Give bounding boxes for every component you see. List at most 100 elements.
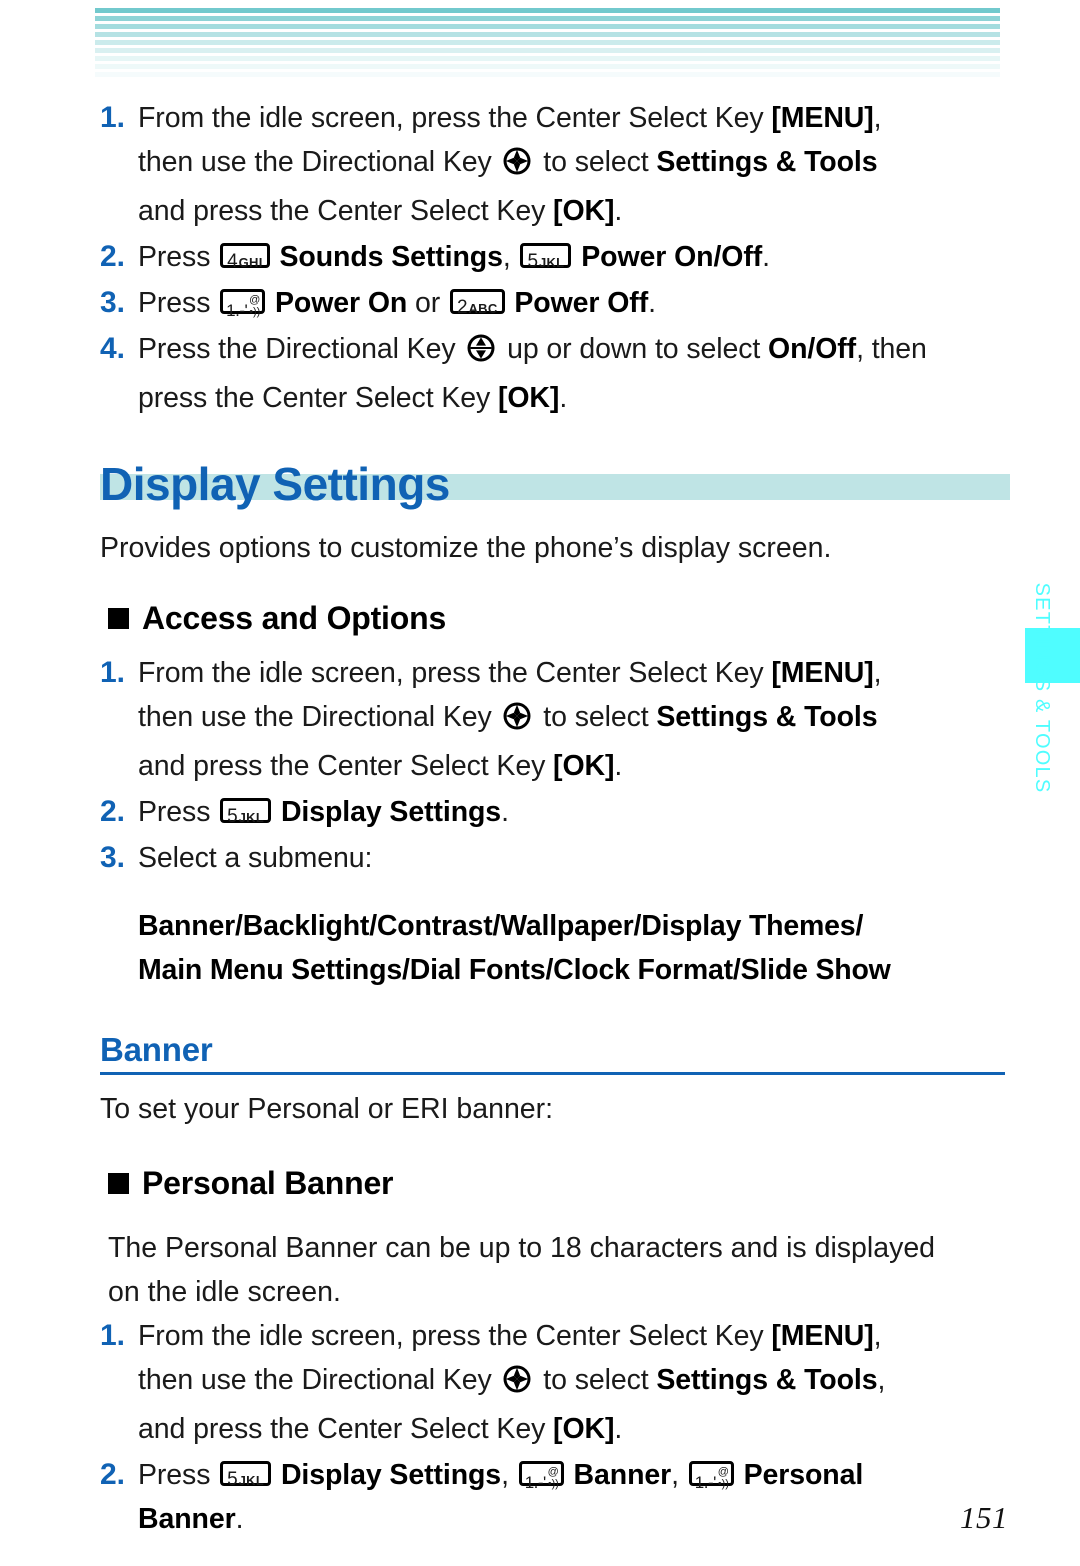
header-stripe <box>95 32 1000 37</box>
subsection-title: Banner <box>100 1031 213 1068</box>
key-5-jkl-icon: 5JKL <box>220 798 272 826</box>
step-number: 2. <box>100 1458 126 1491</box>
directional-key-4way-icon <box>502 700 532 744</box>
keycap-digit: 5 <box>227 806 238 827</box>
keycap-digit: 4 <box>227 251 238 272</box>
step-text-part: . <box>762 241 770 273</box>
step-item: 3. Press 1.-' @ •)) Power On or 2ABC Power… <box>100 281 1005 325</box>
step-text-part: , <box>877 1364 886 1396</box>
step-item: 1. From the idle screen, press the Cente… <box>100 1314 1005 1451</box>
keycap-digit: 5 <box>227 1469 238 1490</box>
step-number: 2. <box>100 795 126 828</box>
step-item: 1. From the idle screen, press the Cente… <box>100 96 1005 233</box>
step-text-part: From the idle screen, press the Center S… <box>138 1320 772 1352</box>
step-text-part: . <box>501 796 509 828</box>
step-item: 4. Press the Directional Key up or down … <box>100 327 1005 420</box>
step-text-part: , <box>873 657 882 689</box>
key-label-ok: [OK] <box>553 750 615 782</box>
step-number: 1. <box>100 101 126 134</box>
menu-path-settings-tools: Settings & Tools <box>656 1364 878 1396</box>
side-index-tab: SETTINGS & TOOLS <box>1025 583 1080 793</box>
header-stripe <box>95 64 1000 69</box>
menu-item-display-settings: Display Settings <box>280 1459 502 1491</box>
keycap-digit: 1.-' <box>694 1472 717 1492</box>
key-1-icon: 1.-' @ •)) <box>518 1461 564 1491</box>
step-text: From the idle screen, press the Center S… <box>138 96 1005 233</box>
keycap-voicemail-symbol: •)) <box>547 1477 559 1490</box>
directional-key-updown-icon <box>466 332 496 376</box>
header-stripe <box>95 8 1000 13</box>
step-text-part: Select a submenu: <box>138 842 373 874</box>
key-2-abc-icon: 2ABC <box>450 289 505 317</box>
keycap-voicemail-symbol: •)) <box>249 305 261 318</box>
keycap-letters: ABC <box>468 301 498 316</box>
header-stripe <box>95 48 1000 53</box>
step-text-part: Press <box>138 241 219 273</box>
header-stripe <box>95 16 1000 21</box>
directional-key-4way-icon <box>502 1363 532 1407</box>
header-stripe <box>95 72 1000 77</box>
personal-banner-description-line: The Personal Banner can be up to 18 char… <box>108 1232 936 1264</box>
step-text-part: . <box>648 287 656 319</box>
step-text: Press the Directional Key up or down to … <box>138 327 1005 420</box>
key-label-menu: [MENU] <box>771 102 874 134</box>
step-text-part: , <box>671 1459 687 1491</box>
step-text-part: . <box>614 1413 623 1445</box>
header-stripe <box>95 40 1000 45</box>
step-number: 3. <box>100 841 126 874</box>
step-item: 2. Press 5JKL Display Settings, 1.-' @ •))… <box>100 1453 1005 1541</box>
keycap-at-symbol: @ <box>547 1465 559 1478</box>
step-number: 1. <box>100 1319 126 1352</box>
step-text-part: Press <box>138 287 219 319</box>
keycap-at-symbol: @ <box>717 1465 729 1478</box>
menu-item-display-settings: Display Settings <box>280 796 502 828</box>
step-text: Press 5JKL Display Settings. <box>138 790 1005 834</box>
keycap-letters: JKL <box>238 1473 265 1488</box>
step-number: 4. <box>100 332 126 365</box>
subsection-heading-personal-banner: Personal Banner <box>108 1165 1005 1202</box>
step-item: 2. Press 4GHI Sounds Settings, 5JKL Powe… <box>100 235 1005 279</box>
subsection-heading-access-and-options: Access and Options <box>108 600 1005 637</box>
keycap-letters: GHI <box>238 255 263 270</box>
keycap-digit: 2 <box>457 297 468 318</box>
step-text: From the idle screen, press the Center S… <box>138 651 1005 788</box>
step-number: 2. <box>100 240 126 273</box>
header-stripe <box>95 56 1000 61</box>
square-bullet-icon <box>108 608 129 629</box>
menu-item-power-on-off: Power On/Off <box>581 241 763 273</box>
step-text: Press 5JKL Display Settings, 1.-' @ •)) Ba… <box>138 1453 1005 1541</box>
keycap-letters: JKL <box>238 810 265 825</box>
keycap-digit: 1.-' <box>524 1472 547 1492</box>
submenu-list-line: Banner/Backlight/Contrast/Wallpaper/Disp… <box>138 910 864 942</box>
subsection-heading-banner: Banner <box>100 1030 1005 1075</box>
step-text-part: . <box>235 1503 244 1535</box>
step-text-part: and press the Center Select Key <box>138 1413 554 1445</box>
step-text: Press 4GHI Sounds Settings, 5JKL Power O… <box>138 235 1005 279</box>
page-content: 1. From the idle screen, press the Cente… <box>100 96 1010 1543</box>
step-text-part: , <box>501 1459 517 1491</box>
step-text-part: then use the Directional Key <box>138 701 500 733</box>
step-text: Select a submenu: <box>138 836 1005 880</box>
key-5-jkl-icon: 5JKL <box>220 1461 272 1489</box>
menu-item-power-on: Power On <box>275 287 408 319</box>
step-text-part: Press <box>138 796 219 828</box>
step-text-part: press the Center Select Key <box>138 382 498 414</box>
section-title: Display Settings <box>100 458 450 510</box>
step-text-part: or <box>407 287 449 319</box>
keycap-letters: JKL <box>538 255 565 270</box>
section-heading-display-settings: Display Settings <box>100 456 1010 512</box>
step-text-part: . <box>614 750 623 782</box>
step-text-part: up or down to select <box>499 333 769 365</box>
key-label-ok: [OK] <box>553 195 615 227</box>
key-5-jkl-icon: 5JKL <box>520 243 572 271</box>
header-stripe <box>95 24 1000 29</box>
menu-item-power-off: Power Off <box>514 287 649 319</box>
step-text-part: and press the Center Select Key <box>138 195 554 227</box>
step-text: Press 1.-' @ •)) Power On or 2ABC Power Of… <box>138 281 1005 325</box>
key-label-menu: [MENU] <box>771 657 874 689</box>
key-4-ghi-icon: 4GHI <box>220 243 270 271</box>
decorative-header-stripes <box>95 8 1000 80</box>
step-text: From the idle screen, press the Center S… <box>138 1314 1005 1451</box>
step-text-part: to select <box>535 1364 657 1396</box>
step-text-part: Press <box>138 1459 219 1491</box>
